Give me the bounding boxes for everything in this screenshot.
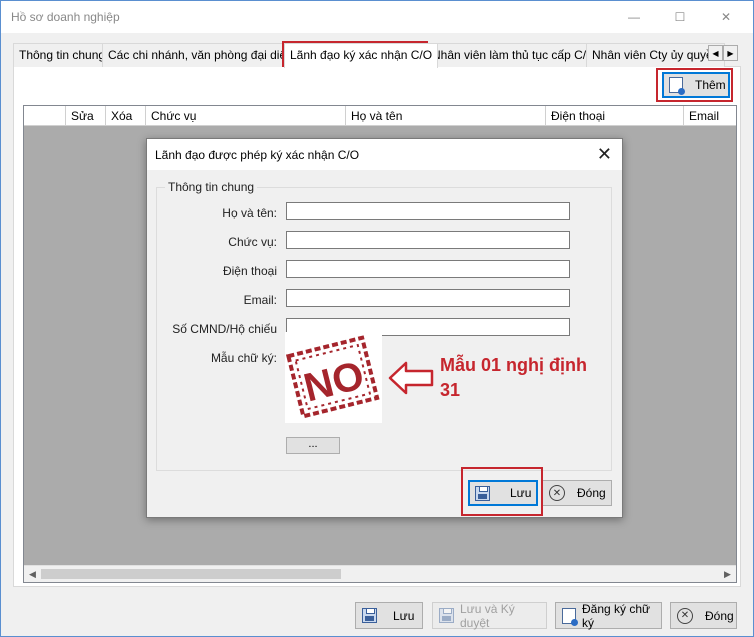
email-label: Email:	[243, 293, 277, 307]
id-number-label: Số CMND/Hộ chiếu	[172, 322, 277, 336]
grid-header-fullname[interactable]: Họ và tên	[346, 106, 546, 126]
chevron-left-icon: ◀	[712, 48, 719, 58]
fullname-input[interactable]	[286, 202, 570, 220]
footer-register-signature-label: Đăng ký chữ ký	[582, 601, 651, 630]
tab-branches[interactable]: Các chi nhánh, văn phòng đại diện	[102, 43, 299, 67]
window-title: Hồ sơ doanh nghiệp	[11, 10, 120, 24]
browse-signature-button[interactable]: ...	[286, 437, 340, 454]
signing-leader-dialog: Lãnh đạo được phép ký xác nhận C/O ✕ Thô…	[146, 138, 623, 518]
close-window-button[interactable]: ✕	[703, 1, 749, 33]
highlight-dialog-save	[461, 467, 543, 516]
grid-header-delete[interactable]: Xóa	[106, 106, 146, 126]
tab-signing-leaders[interactable]: Lãnh đạo ký xác nhận C/O	[284, 43, 439, 68]
fullname-label: Họ và tên:	[222, 206, 277, 220]
footer-save-approve-button[interactable]: Lưu và Ký duyệt	[432, 601, 547, 630]
maximize-icon: ☐	[674, 10, 686, 24]
chevron-right-icon: ▶	[724, 568, 731, 579]
close-circle-icon: ✕	[549, 485, 565, 501]
dialog-close-footer-button[interactable]: ✕ Đóng	[542, 480, 612, 506]
position-input[interactable]	[286, 231, 570, 249]
tab-scroll-left-button[interactable]: ◀	[708, 45, 723, 61]
save-icon	[439, 608, 454, 623]
footer-save-approve-label: Lưu và Ký duyệt	[460, 601, 515, 630]
phone-input[interactable]	[286, 260, 570, 278]
title-bar: Hồ sơ doanh nghiệp — ☐ ✕	[1, 1, 753, 33]
grid-header-email[interactable]: Email	[684, 106, 736, 126]
annotation-text: Mẫu 01 nghị định 31	[440, 355, 587, 400]
minimize-button[interactable]: —	[611, 1, 657, 33]
grid-header-edit[interactable]: Sửa	[66, 106, 106, 126]
chevron-left-icon: ◀	[29, 568, 36, 579]
tab-authorized-staff[interactable]: Nhân viên Cty ủy quyền	[586, 43, 726, 67]
tab-strip: Thông tin chung Các chi nhánh, văn phòng…	[13, 43, 741, 68]
scroll-left-button[interactable]: ◀	[24, 566, 41, 582]
close-icon: ✕	[596, 144, 612, 164]
close-circle-icon: ✕	[677, 607, 693, 624]
dialog-close-label: Đóng	[577, 486, 606, 500]
dialog-close-button[interactable]: ✕	[597, 144, 612, 165]
group-title: Thông tin chung	[165, 180, 258, 194]
grid-horizontal-scrollbar[interactable]: ◀ ▶	[24, 565, 736, 582]
grid-header: Sửa Xóa Chức vụ Họ và tên Điện thoại Ema…	[24, 106, 736, 126]
dialog-title-bar: Lãnh đạo được phép ký xác nhận C/O ✕	[147, 139, 622, 170]
minimize-icon: —	[628, 10, 640, 24]
highlight-add-button	[656, 68, 733, 102]
signature-image: NO	[285, 332, 382, 423]
maximize-button[interactable]: ☐	[657, 1, 703, 33]
signature-label: Mẫu chữ ký:	[210, 351, 277, 365]
scroll-right-button[interactable]: ▶	[719, 566, 736, 582]
footer-save-button[interactable]: Lưu	[355, 602, 423, 629]
phone-label: Điện thoại	[222, 264, 277, 278]
no-stamp-icon: NO	[285, 335, 380, 419]
position-label: Chức vụ:	[228, 235, 277, 249]
tab-general-info[interactable]: Thông tin chung	[13, 43, 112, 67]
tab-procedure-staff[interactable]: Nhân viên làm thủ tục cấp C/O	[426, 43, 602, 67]
footer-register-signature-button[interactable]: Đăng ký chữ ký	[555, 601, 662, 630]
close-icon: ✕	[720, 10, 732, 24]
save-icon	[362, 608, 377, 623]
annotation-arrow-icon	[388, 361, 434, 395]
grid-header-position[interactable]: Chức vụ	[146, 106, 346, 126]
business-profile-window: Hồ sơ doanh nghiệp — ☐ ✕ Thông tin chung…	[0, 0, 754, 637]
grid-header-select	[24, 106, 66, 126]
footer-close-button[interactable]: ✕ Đóng	[670, 602, 737, 629]
dialog-title: Lãnh đạo được phép ký xác nhận C/O	[155, 148, 360, 162]
footer-close-label: Đóng	[705, 608, 734, 623]
footer-save-label: Lưu	[393, 608, 415, 623]
scroll-thumb[interactable]	[41, 569, 341, 579]
general-info-group: Thông tin chung Họ và tên: Chức vụ: Điện…	[156, 180, 612, 471]
grid-header-phone[interactable]: Điện thoại	[546, 106, 684, 126]
chevron-right-icon: ▶	[727, 48, 734, 58]
register-signature-icon	[562, 607, 578, 626]
email-input[interactable]	[286, 289, 570, 307]
tab-scroll-right-button[interactable]: ▶	[723, 45, 738, 61]
